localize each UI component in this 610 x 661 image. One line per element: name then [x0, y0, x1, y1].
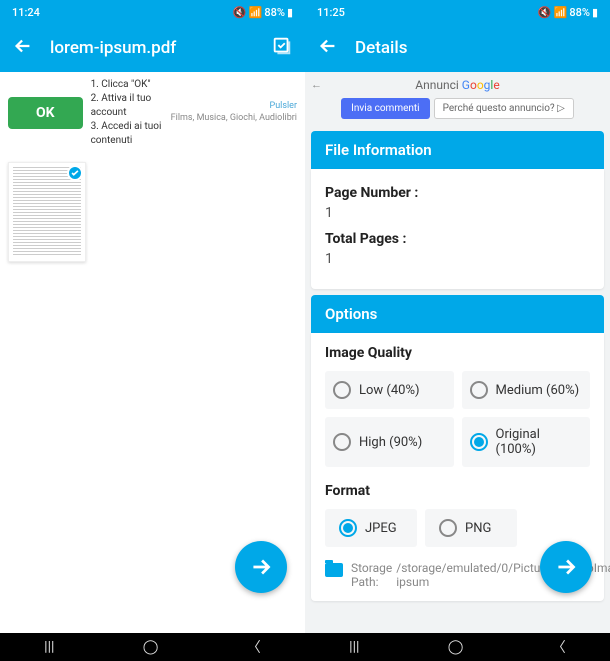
page-thumbnails: [0, 154, 305, 270]
page-thumbnail[interactable]: [8, 162, 86, 262]
nav-home[interactable]: ◯: [448, 639, 464, 655]
app-bar: Details: [305, 24, 610, 72]
status-icons: 🔇 📶 88% ▮: [538, 6, 598, 19]
battery-text: 88%: [569, 6, 590, 19]
radio-icon: [339, 519, 357, 537]
radio-icon: [470, 433, 488, 451]
radio-icon: [470, 381, 488, 399]
page-title: lorem-ipsum.pdf: [50, 38, 255, 58]
ad-back-icon[interactable]: ←: [311, 78, 322, 91]
back-button[interactable]: [12, 35, 34, 61]
convert-fab[interactable]: [540, 541, 592, 593]
image-quality-label: Image Quality: [325, 345, 590, 361]
back-button[interactable]: [317, 35, 339, 61]
nav-back[interactable]: 〈: [247, 637, 261, 657]
radio-icon: [439, 519, 457, 537]
ad-brand: Pulsler Films, Musica, Giochi, Audiolibr…: [171, 101, 297, 124]
screen-file-picker: 11:24 🔇 📶 88% ▮ lorem-ipsum.pdf ▷✕ OK: [0, 0, 305, 633]
radio-icon: [333, 433, 351, 451]
android-nav-bar: ||| ◯ 〈 ||| ◯ 〈: [0, 633, 610, 661]
google-logo: Google: [462, 78, 500, 92]
ad-text: 1. Clicca "OK" 2. Attiva il tuo account …: [91, 78, 163, 148]
select-all-icon[interactable]: [271, 35, 293, 61]
quality-radio-group: Low (40%) Medium (60%) High (90%) Origin…: [325, 371, 590, 467]
folder-icon: [325, 563, 343, 577]
format-radio-group: JPEG PNG: [325, 509, 590, 547]
screen-details: 11:25 🔇 📶 88% ▮ Details ← Annunci Google…: [305, 0, 610, 633]
ad-prefix: Annunci: [415, 78, 459, 92]
signal-icon: 📶: [554, 6, 568, 19]
mute-icon: 🔇: [233, 6, 247, 19]
google-ad: ← Annunci Google Invia commenti Perché q…: [305, 72, 610, 125]
nav-home[interactable]: ◯: [143, 639, 159, 655]
thumbnail-preview: [13, 167, 81, 257]
format-label: Format: [325, 483, 590, 499]
battery-text: 88%: [264, 6, 285, 19]
nav-recent[interactable]: |||: [44, 639, 54, 655]
status-icons: 🔇 📶 88% ▮: [233, 6, 293, 19]
signal-icon: 📶: [249, 6, 263, 19]
next-fab[interactable]: [235, 541, 287, 593]
format-png[interactable]: PNG: [425, 509, 517, 547]
page-title: Details: [355, 38, 598, 58]
total-pages-value: 1: [325, 251, 590, 267]
battery-icon: ▮: [287, 6, 293, 19]
format-jpeg[interactable]: JPEG: [325, 509, 417, 547]
nav-recent[interactable]: |||: [349, 639, 359, 655]
storage-path-label: Storage Path:: [351, 561, 392, 589]
total-pages-label: Total Pages :: [325, 231, 590, 247]
battery-icon: ▮: [592, 6, 598, 19]
status-time: 11:25: [317, 6, 345, 19]
page-number-label: Page Number :: [325, 185, 590, 201]
status-time: 11:24: [12, 6, 40, 19]
radio-icon: [333, 381, 351, 399]
options-header: Options: [311, 295, 604, 333]
page-number-value: 1: [325, 205, 590, 221]
ad-feedback-button[interactable]: Invia commenti: [341, 98, 429, 119]
ad-why-button[interactable]: Perché questo annuncio? ▷: [434, 98, 574, 119]
app-bar: lorem-ipsum.pdf: [0, 24, 305, 72]
status-bar: 11:24 🔇 📶 88% ▮: [0, 0, 305, 24]
file-info-section: Page Number : 1 Total Pages : 1: [311, 169, 604, 289]
ad-ok-button[interactable]: OK: [8, 97, 83, 129]
quality-low[interactable]: Low (40%): [325, 371, 454, 409]
file-info-header: File Information: [311, 131, 604, 169]
ad-banner[interactable]: ▷✕ OK 1. Clicca "OK" 2. Attiva il tuo ac…: [0, 72, 305, 154]
quality-original[interactable]: Original (100%): [462, 417, 591, 467]
status-bar: 11:25 🔇 📶 88% ▮: [305, 0, 610, 24]
nav-back[interactable]: 〈: [552, 637, 566, 657]
quality-high[interactable]: High (90%): [325, 417, 454, 467]
selected-check-icon: [67, 165, 83, 181]
quality-medium[interactable]: Medium (60%): [462, 371, 591, 409]
mute-icon: 🔇: [538, 6, 552, 19]
